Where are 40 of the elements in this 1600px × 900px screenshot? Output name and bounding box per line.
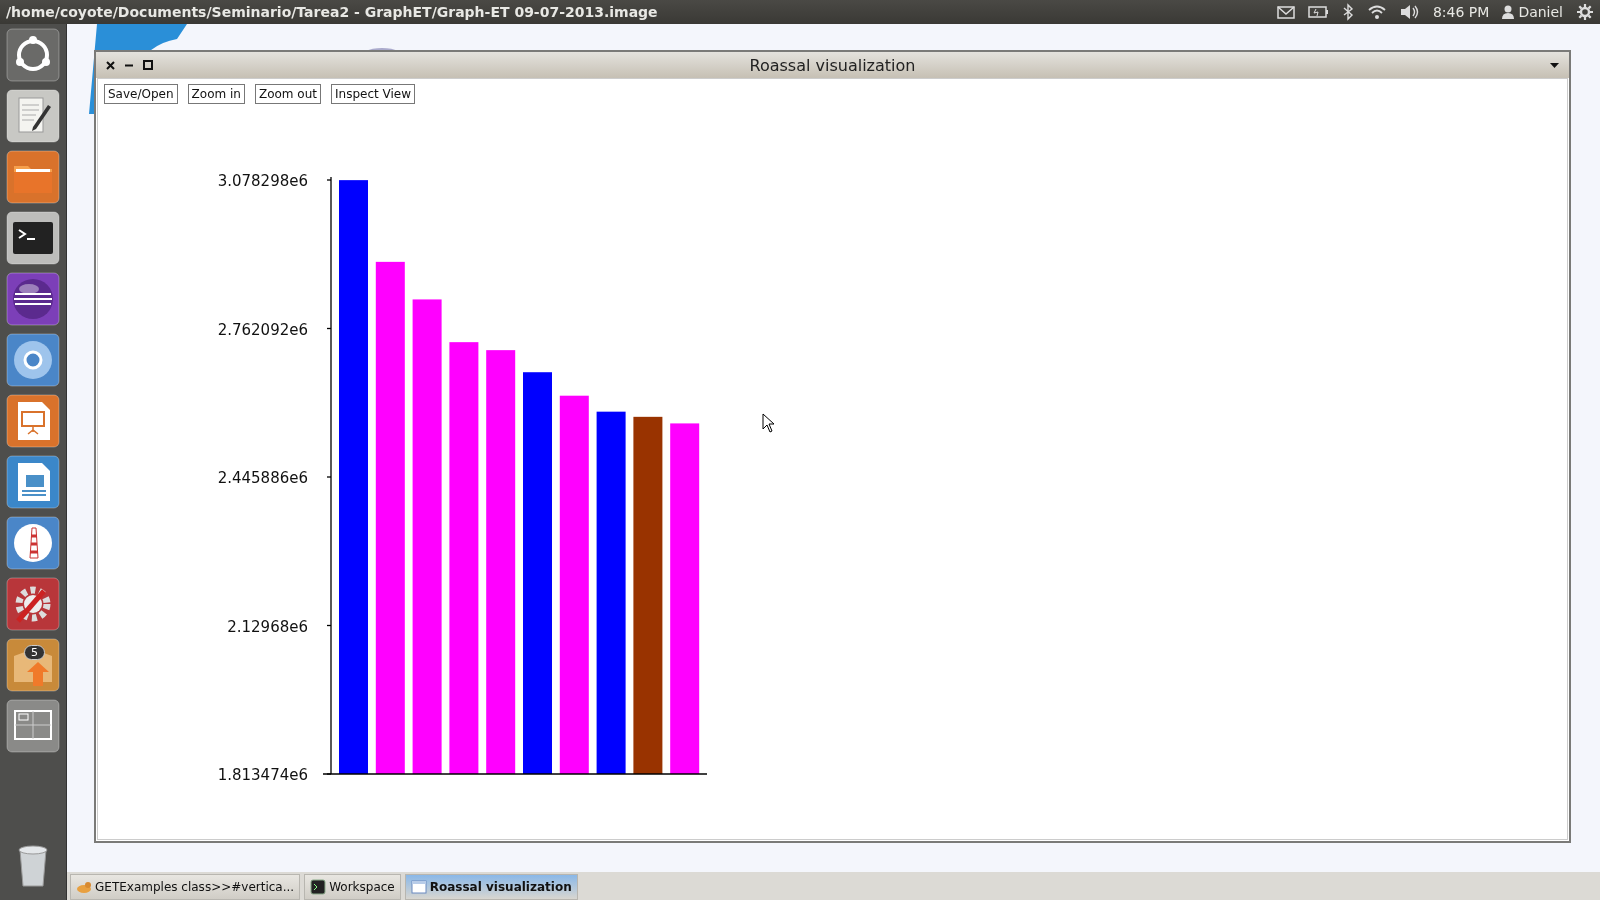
wifi-icon[interactable] (1366, 4, 1387, 20)
mouse-pointer-icon (762, 413, 775, 433)
taskbar-item[interactable]: Roassal visualization (404, 874, 578, 900)
gear-wrench-icon[interactable] (6, 577, 60, 631)
clock-text[interactable]: 8:46 PM (1432, 4, 1490, 20)
ubuntu-logo-icon[interactable] (6, 28, 60, 82)
workspace-switcher-icon[interactable] (6, 699, 60, 753)
lighthouse-icon[interactable] (6, 516, 60, 570)
mail-icon[interactable] (1276, 4, 1295, 20)
user-name[interactable]: Daniel (1518, 4, 1563, 20)
browser-icon[interactable] (6, 333, 60, 387)
settings-icon[interactable] (1576, 3, 1594, 21)
axis-tick-label: 2.12968e6 (227, 617, 308, 636)
axis-tick-label: 2.762092e6 (217, 320, 308, 339)
maximize-icon[interactable] (143, 60, 153, 70)
toolbar-button[interactable]: Zoom in (187, 84, 245, 104)
terminal-icon[interactable] (6, 211, 60, 265)
terminal-icon (310, 879, 327, 895)
close-icon[interactable] (106, 60, 115, 70)
person-icon[interactable] (1502, 5, 1515, 19)
taskbar-item[interactable]: Workspace (304, 874, 401, 900)
caret-icon[interactable] (1550, 62, 1559, 68)
axis-tick-label: 1.813474e6 (217, 766, 308, 784)
document-image-icon[interactable] (6, 455, 60, 509)
speaker-icon[interactable] (1399, 3, 1420, 21)
axis-tick-label: 3.078298e6 (217, 172, 308, 190)
bluetooth-icon[interactable] (1341, 3, 1354, 21)
toolbar-button[interactable]: Save/Open (104, 84, 178, 104)
presentation-icon[interactable] (6, 394, 60, 448)
package-upload-icon[interactable] (6, 638, 60, 692)
window-title: Roassal visualization (749, 55, 916, 75)
toolbar-button[interactable]: Zoom out (254, 84, 321, 104)
battery-icon[interactable] (1307, 4, 1329, 20)
taskbar-item[interactable]: GETExamples class>>#vertica... (70, 874, 301, 900)
toolbar-button[interactable]: Inspect View (331, 84, 415, 104)
axis-tick-label: 2.445886e6 (217, 469, 308, 487)
window-path-title: /home/coyote/Documents/Seminario/Tarea2 - GraphET/Graph-ET 09-07-2013.image (6, 4, 658, 20)
text-editor-icon[interactable] (6, 89, 60, 143)
folder-icon[interactable] (6, 150, 60, 204)
window-icon (410, 879, 427, 895)
